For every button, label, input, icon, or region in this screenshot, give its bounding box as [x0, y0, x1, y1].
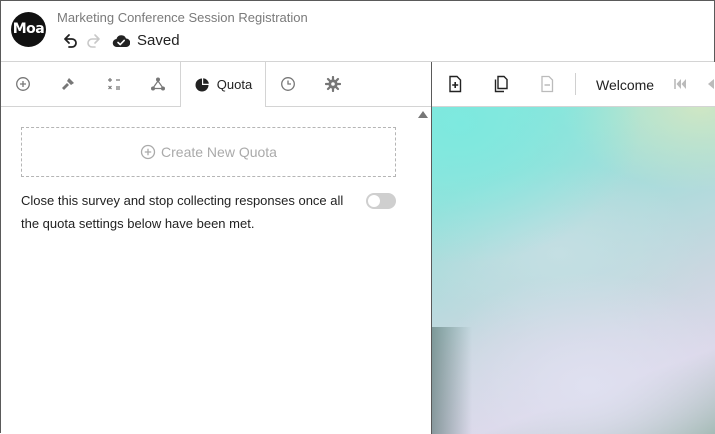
toggle-knob	[368, 195, 380, 207]
survey-preview-background	[432, 107, 715, 434]
tab-flow[interactable]	[136, 62, 180, 106]
tab-quota[interactable]: Quota	[180, 62, 266, 107]
cloud-check-icon	[112, 35, 130, 48]
redo-icon[interactable]	[85, 32, 103, 50]
app-header: Moa Marketing Conference Session Registr…	[1, 1, 714, 62]
create-quota-button[interactable]: Create New Quota	[21, 127, 396, 177]
preview-panel: Welcome	[431, 62, 715, 434]
add-circle-icon	[140, 144, 156, 160]
close-survey-toggle[interactable]	[366, 193, 396, 209]
network-icon	[151, 77, 165, 91]
tab-logic[interactable]	[91, 62, 136, 106]
toolbar-divider	[575, 73, 576, 95]
pie-chart-icon	[195, 77, 209, 91]
calculator-icon	[107, 78, 120, 90]
undo-icon[interactable]	[61, 32, 79, 50]
tab-quota-label: Quota	[216, 77, 253, 92]
survey-title: Marketing Conference Session Registratio…	[57, 10, 308, 25]
tab-style[interactable]	[45, 62, 91, 106]
tab-add[interactable]	[1, 62, 45, 106]
brush-icon	[62, 78, 74, 90]
save-status: Saved	[137, 32, 180, 49]
left-panel: Quota Create New Quota Close this survey…	[1, 62, 431, 434]
duplicate-page-icon[interactable]	[492, 75, 510, 93]
delete-page-icon[interactable]	[538, 75, 556, 93]
preview-shade	[432, 327, 472, 434]
current-page-label: Welcome	[596, 77, 655, 93]
preview-toolbar: Welcome	[432, 62, 715, 107]
tab-schedule[interactable]	[266, 62, 310, 106]
tool-tabs: Quota	[1, 62, 431, 107]
close-survey-description: Close this survey and stop collecting re…	[21, 193, 344, 231]
tab-settings[interactable]	[310, 62, 356, 106]
add-page-icon[interactable]	[446, 75, 464, 93]
app-logo[interactable]: Moa	[11, 12, 46, 47]
gear-icon	[325, 76, 341, 92]
previous-page-icon[interactable]	[704, 75, 715, 93]
clock-icon	[281, 77, 295, 91]
add-circle-icon	[16, 77, 30, 91]
scroll-up-arrow[interactable]	[418, 111, 428, 118]
create-quota-label: Create New Quota	[161, 144, 277, 160]
first-page-icon[interactable]	[672, 75, 690, 93]
